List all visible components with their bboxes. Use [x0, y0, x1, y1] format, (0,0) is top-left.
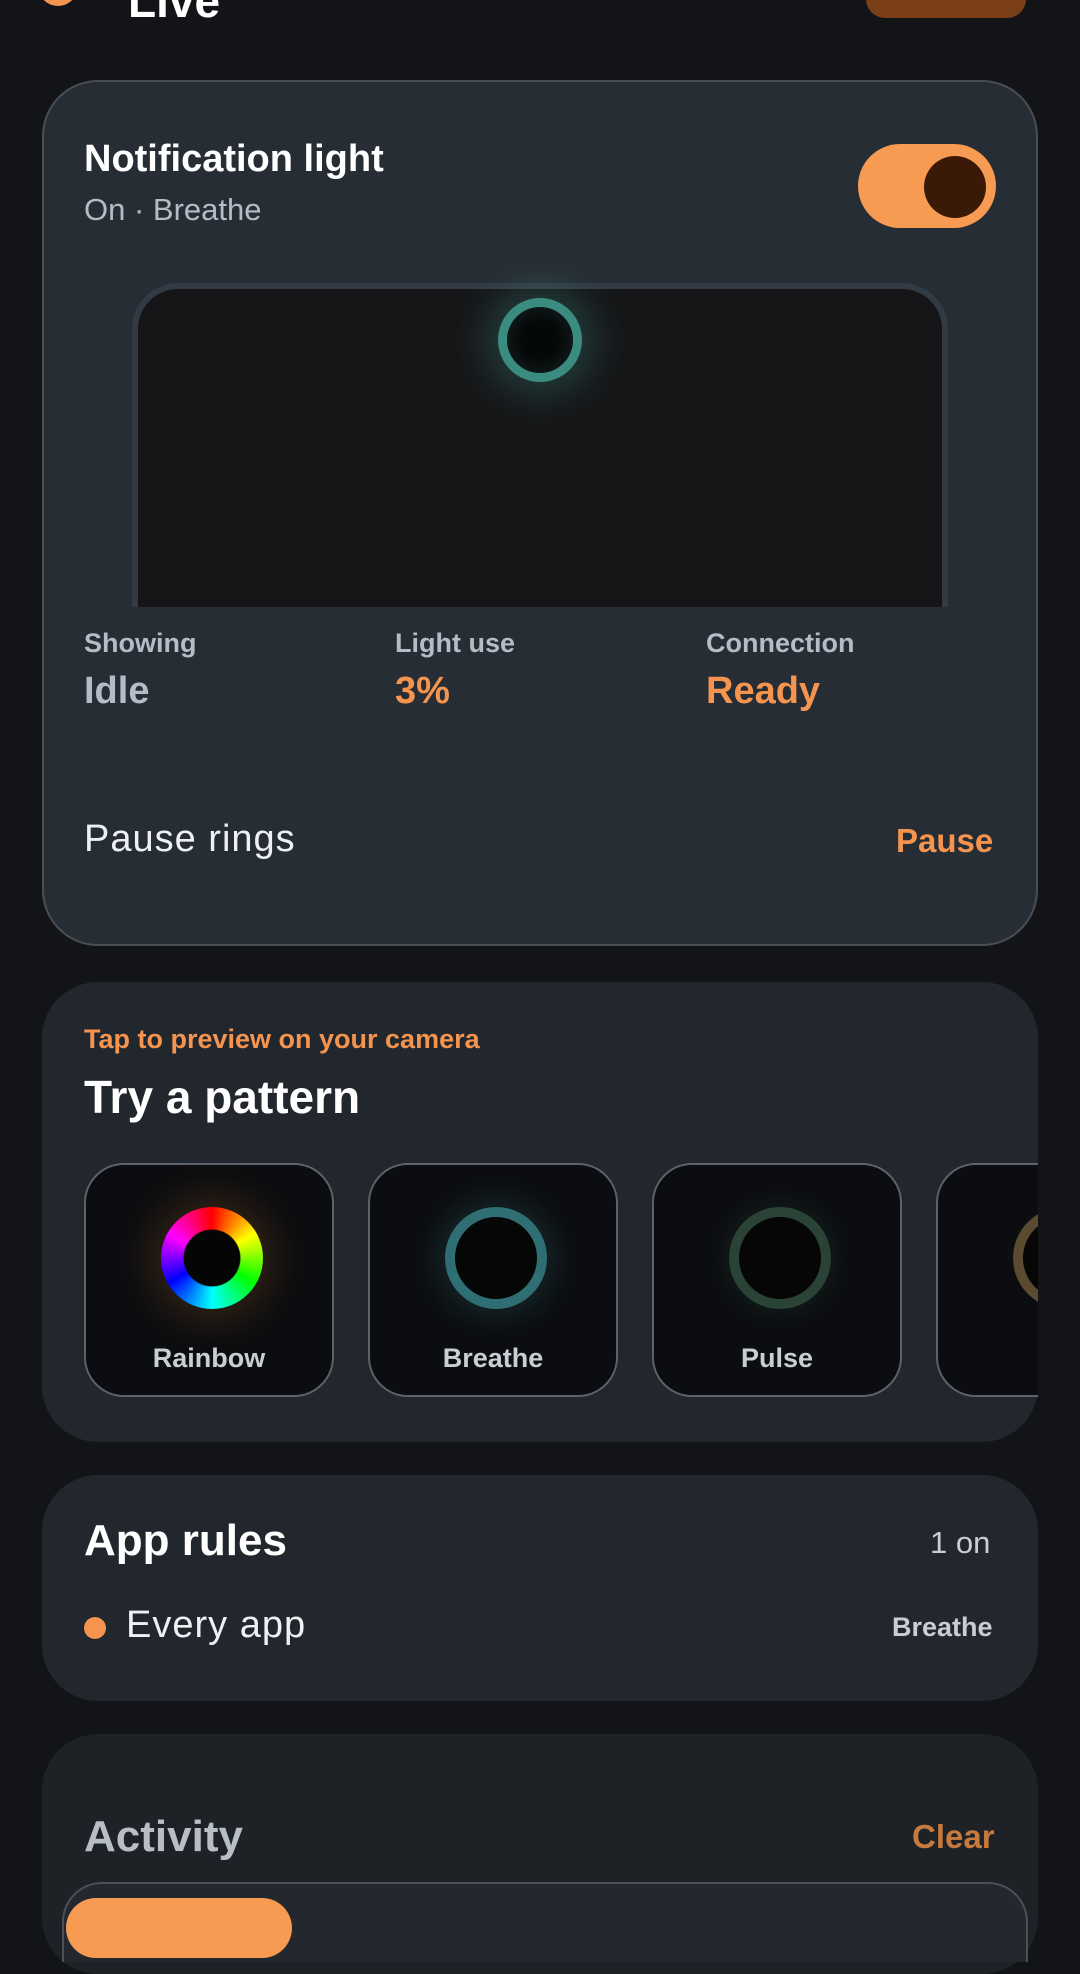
pause-rings-label: Pause rings	[84, 818, 296, 860]
rule-app-name[interactable]: Every app	[126, 1604, 306, 1647]
toggle-knob	[924, 156, 986, 218]
notification-light-subtitle: On · Breathe	[84, 192, 262, 227]
pattern-label: Pulse	[740, 1343, 814, 1373]
rainbow-ring-icon	[161, 1207, 263, 1309]
app-rules-card	[42, 1475, 1038, 1701]
stat-connection-label: Connection	[706, 628, 855, 658]
patterns-hint: Tap to preview on your camera	[84, 1024, 480, 1054]
stat-connection-value: Ready	[706, 670, 821, 712]
page-title: Live	[128, 0, 221, 27]
rule-status-dot	[84, 1617, 106, 1639]
notification-light-title: Notification light	[84, 138, 384, 180]
rule-pattern[interactable]: Breathe	[892, 1612, 993, 1643]
live-icon	[38, 0, 78, 6]
app-rules-count: 1 on	[930, 1525, 991, 1560]
app-rules-title: App rules	[84, 1516, 287, 1565]
pattern-carousel[interactable]: Rainbow Breathe Pulse C	[84, 1163, 1038, 1399]
green-ring-icon	[729, 1207, 831, 1309]
pattern-label: C	[938, 1343, 1038, 1374]
pattern-tile-breathe[interactable]: Breathe	[368, 1163, 618, 1397]
stat-showing-label: Showing	[84, 628, 197, 658]
notification-light-toggle[interactable]	[858, 144, 996, 228]
patterns-title: Try a pattern	[84, 1071, 361, 1123]
stat-showing-value: Idle	[84, 670, 150, 712]
stat-light-use-value: 3%	[395, 670, 450, 712]
pattern-tile-rainbow[interactable]: Rainbow	[84, 1163, 334, 1397]
teal-ring-icon	[445, 1207, 547, 1309]
activity-title: Activity	[84, 1812, 243, 1861]
pattern-label: Rainbow	[152, 1343, 266, 1373]
amber-ring-icon	[1013, 1207, 1038, 1309]
pause-button[interactable]: Pause	[896, 822, 993, 860]
camera-ring-icon	[498, 298, 582, 382]
pattern-label: Breathe	[442, 1343, 544, 1373]
activity-badge	[66, 1898, 292, 1958]
pattern-tile-pulse[interactable]: Pulse	[652, 1163, 902, 1397]
clear-activity-button[interactable]: Clear	[912, 1818, 995, 1856]
stat-light-use-label: Light use	[395, 628, 515, 658]
header-action-button[interactable]	[866, 0, 1026, 18]
pattern-tile-4[interactable]: C	[936, 1163, 1038, 1397]
